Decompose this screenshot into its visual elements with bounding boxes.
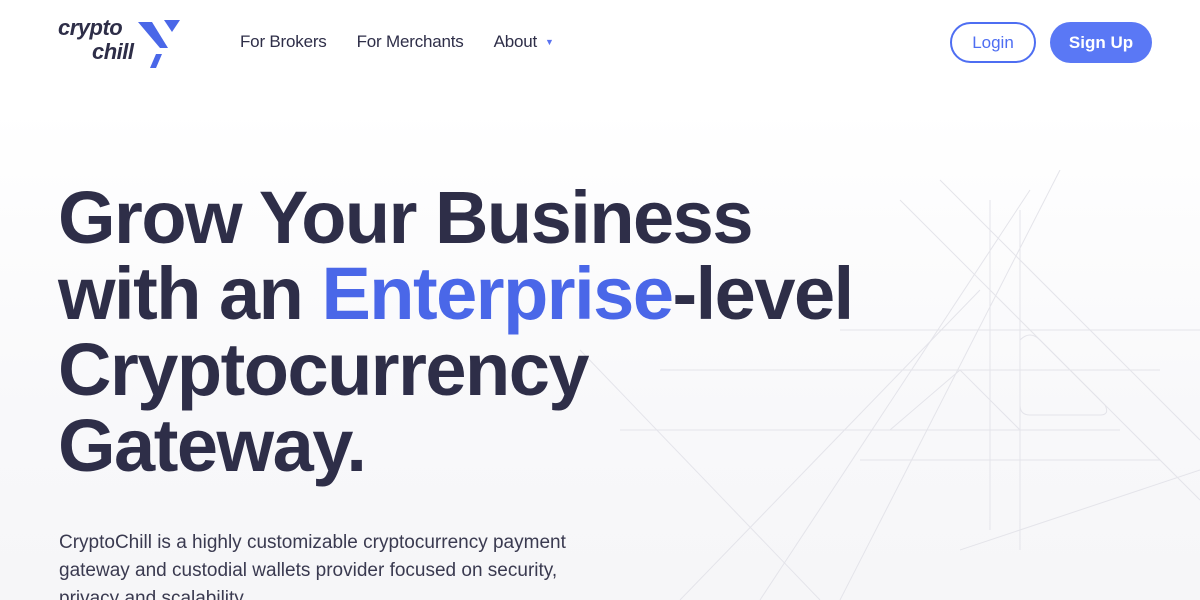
main-nav: For Brokers For Merchants About ▼	[240, 30, 584, 53]
hero-lead-text: CryptoChill is a highly customizable cry…	[59, 532, 566, 600]
nav-about-label: About	[493, 31, 538, 51]
logo[interactable]: crypto chill	[58, 16, 188, 72]
logo-line-2: chill	[92, 39, 134, 64]
site-header: crypto chill For Brokers For Merchants A…	[0, 0, 1200, 84]
signup-button[interactable]: Sign Up	[1050, 22, 1152, 63]
headline-line-3: Cryptocurrency	[58, 328, 590, 411]
hero-headline: Grow Your Business with an Enterprise-le…	[58, 180, 958, 484]
logo-wordmark: crypto chill	[58, 16, 134, 64]
nav-about[interactable]: About ▼	[494, 30, 554, 53]
headline-line-2-post: -level	[672, 252, 854, 335]
logo-line-1: crypto	[58, 15, 123, 40]
login-button[interactable]: Login	[950, 22, 1036, 63]
nav-for-brokers[interactable]: For Brokers	[240, 30, 327, 53]
headline-accent-word: Enterprise	[321, 252, 674, 335]
headline-line-2-pre: with an	[58, 252, 322, 335]
headline-line-4: Gateway.	[58, 404, 367, 487]
nav-for-merchants[interactable]: For Merchants	[357, 30, 464, 53]
headline-line-1: Grow Your Business	[58, 176, 754, 259]
logo-arrow-icon	[138, 20, 180, 68]
caret-down-icon: ▼	[545, 37, 554, 47]
